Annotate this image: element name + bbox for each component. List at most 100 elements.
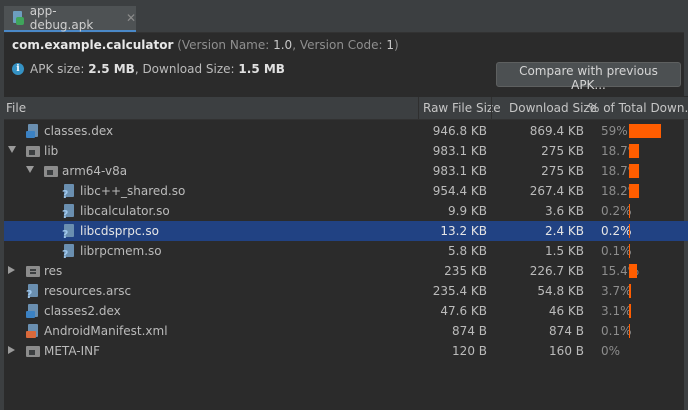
percent-of-total: 0.2% [601,224,632,238]
download-size: 869.4 KB [529,124,584,138]
info-icon: i [12,63,24,75]
package-info: com.example.calculator (Version Name: 1.… [12,38,399,52]
column-divider[interactable] [491,97,492,119]
download-size: 226.7 KB [529,264,584,278]
file-name: classes2.dex [44,304,121,318]
column-header-file[interactable]: File [6,101,26,115]
tree-row[interactable]: lib 983.1 KB 275 KB 18.7% [4,141,688,161]
raw-file-size: 235 KB [444,264,487,278]
download-size: 275 KB [541,164,584,178]
percent-of-total: 3.1% [601,304,632,318]
percent-of-total: 0.1% [601,244,632,258]
chevron-right-icon[interactable] [8,346,15,354]
percent-of-total: 0.1% [601,324,632,338]
version-mid: , Version Code: [292,38,387,52]
raw-file-size: 983.1 KB [432,144,487,158]
chevron-down-icon[interactable] [26,166,34,173]
unknown-file-icon [62,224,76,241]
percent-of-total: 3.7% [601,284,632,298]
download-size: 160 B [549,344,584,358]
raw-file-size: 954.4 KB [432,184,487,198]
tab-app-debug-apk[interactable]: app-debug.apk ✕ [4,4,136,32]
editor-tab-bar: app-debug.apk ✕ [0,0,688,33]
tree-row[interactable]: AndroidManifest.xml 874 B 874 B 0.1% [4,321,688,341]
raw-file-size: 47.6 KB [440,304,487,318]
file-name: AndroidManifest.xml [44,324,168,338]
file-name: META-INF [44,344,101,358]
tree-row[interactable]: classes2.dex 47.6 KB 46 KB 3.1% [4,301,688,321]
version-code: 1 [386,38,394,52]
download-size: 54.8 KB [537,284,584,298]
download-size: 2.4 KB [545,224,584,238]
size-info: i APK size: 2.5 MB, Download Size: 1.5 M… [12,62,285,76]
column-divider[interactable] [418,97,419,119]
tree-row[interactable]: librpcmem.so 5.8 KB 1.5 KB 0.1% [4,241,688,261]
xml-file-icon [26,324,40,338]
column-header-raw-size[interactable]: Raw File Size [423,101,501,115]
chevron-down-icon[interactable] [8,146,16,153]
dex-file-icon [26,304,40,318]
file-name: libcdsprpc.so [80,224,159,238]
raw-file-size: 946.8 KB [432,124,487,138]
download-size: 1.5 KB [545,244,584,258]
raw-file-size: 120 B [452,344,487,358]
download-size: 3.6 KB [545,204,584,218]
unknown-file-icon [62,244,76,261]
tree-row[interactable]: classes.dex 946.8 KB 869.4 KB 59% [4,121,688,141]
file-name: arm64-v8a [62,164,128,178]
version-name: 1.0 [273,38,293,52]
percent-bar [629,204,630,218]
percent-bar [629,184,639,198]
file-name: librpcmem.so [80,244,162,258]
tree-row[interactable]: libcalculator.so 9.9 KB 3.6 KB 0.2% [4,201,688,221]
tree-row[interactable]: res 235 KB 226.7 KB 15.4% [4,261,688,281]
close-icon[interactable]: ✕ [126,11,136,25]
unknown-file-icon [26,284,40,301]
folder-icon [26,144,40,158]
version-info: (Version Name: 1.0, Version Code: 1) [177,38,398,52]
raw-file-size: 874 B [452,324,487,338]
dex-file-icon [26,124,40,138]
raw-file-size: 983.1 KB [432,164,487,178]
column-header-percent[interactable]: % of Total Down... [588,101,688,115]
tab-title: app-debug.apk [29,4,94,32]
version-prefix: (Version Name: [177,38,274,52]
percent-bar [629,264,637,278]
percent-bar [629,144,639,158]
percent-bar [629,164,639,178]
raw-file-size: 5.8 KB [448,244,487,258]
percent-of-total: 59% [601,124,628,138]
tree-row[interactable]: libc++_shared.so954.4 KB267.4 KB18.2% [4,181,688,201]
tree-row[interactable]: META-INF 120 B 160 B 0% [4,341,688,361]
unknown-file-icon [62,184,76,201]
package-name: com.example.calculator [12,38,174,52]
percent-bar [629,304,631,318]
file-name: res [44,264,63,278]
percent-bar [629,284,631,298]
folder-icon [44,164,58,178]
raw-file-size: 9.9 KB [448,204,487,218]
tree-row[interactable]: arm64-v8a 983.1 KB 275 KB 18.7% [4,161,688,181]
compare-with-previous-apk-button[interactable]: Compare with previous APK... [496,62,681,92]
file-name: libc++_shared.so [80,184,186,198]
apk-file-icon [12,11,24,25]
chevron-right-icon[interactable] [8,266,15,274]
folder-icon [26,344,40,358]
res-folder-icon [26,264,40,278]
apk-size-label: APK size: [30,62,85,76]
file-name: resources.arsc [44,284,132,298]
column-header-download-size[interactable]: Download Size [509,101,597,115]
version-suffix: ) [394,38,399,52]
apk-size-value: 2.5 MB [88,62,135,76]
unknown-file-icon [62,204,76,221]
file-name: lib [44,144,59,158]
file-name: classes.dex [44,124,114,138]
percent-bar [629,324,630,338]
tree-row[interactable]: libcdsprpc.so 13.2 KB 2.4 KB 0.2% [4,221,688,241]
download-size: 46 KB [548,304,584,318]
download-size-value: 1.5 MB [238,62,285,76]
percent-bar [629,244,630,258]
percent-bar [629,224,630,238]
download-size: 267.4 KB [529,184,584,198]
tree-row[interactable]: resources.arsc 235.4 KB 54.8 KB 3.7% [4,281,688,301]
